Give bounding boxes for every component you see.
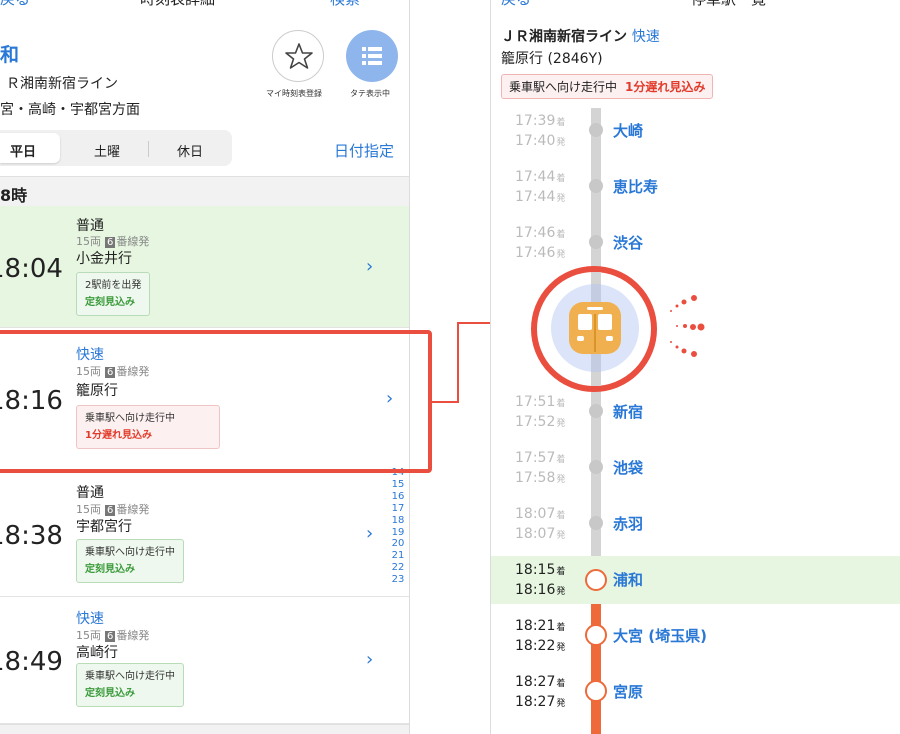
back-link[interactable]: 戻る — [501, 0, 531, 9]
my-timetable-label: マイ時刻表登録 — [266, 89, 322, 98]
hour-index-item[interactable]: 21 — [386, 550, 409, 562]
hour-index-item[interactable]: 17 — [386, 503, 409, 515]
stop-row[interactable]: 17:44着 17:44発 恵比寿 — [491, 164, 900, 220]
stop-dot — [589, 179, 603, 193]
hour-index[interactable]: 14 15 16 17 18 19 20 21 22 23 — [386, 467, 409, 586]
stop-row[interactable]: 18:07着 18:07発 赤羽 — [491, 500, 900, 556]
chevron-right-icon: › — [366, 649, 374, 670]
train-type: 快速 — [76, 611, 104, 627]
search-link[interactable]: 検索 — [330, 0, 360, 9]
hour-index-item[interactable]: 18 — [386, 515, 409, 527]
stop-row[interactable]: 17:39着 17:40発 大崎 — [491, 108, 900, 164]
train-info: 籠原行 (2846Y) — [501, 51, 603, 67]
stop-dot — [589, 235, 603, 249]
destination: 宇都宮行 — [76, 519, 132, 535]
departure-time: 18:49 — [0, 647, 63, 677]
stop-row[interactable]: 17:51着 17:52発 新宿 — [491, 388, 900, 444]
stop-row[interactable]: 17:46着 17:46発 渋谷 — [491, 220, 900, 276]
selected-row-highlight — [0, 330, 432, 473]
stop-dot — [585, 569, 607, 591]
stop-dot — [589, 404, 603, 418]
stop-dot — [589, 516, 603, 530]
my-timetable-button[interactable] — [272, 30, 324, 82]
star-icon — [285, 43, 313, 69]
stop-dot — [585, 624, 607, 646]
car-count: 15両 6 番線発 — [76, 503, 150, 516]
back-link[interactable]: 戻る — [0, 0, 30, 9]
hour-index-item[interactable]: 23 — [386, 574, 409, 586]
train-type: 普通 — [76, 485, 104, 501]
nav-title: 時刻表詳細 — [140, 0, 215, 9]
stop-row[interactable]: 18:27着 18:27発 宮原 — [491, 668, 900, 724]
departure-row[interactable]: 18:49 快速 15両6番線発 高崎行 乗車駅へ向け走行中 定刻見込み › — [0, 597, 409, 724]
stop-dot — [585, 680, 607, 702]
vertical-view-label: タテ表示中 — [350, 89, 390, 98]
stop-list-panel: 戻る 停車駅一覧 ＪＲ湘南新宿ライン 快速 籠原行 (2846Y) 乗車駅へ向け… — [490, 0, 900, 734]
train-icon — [569, 302, 621, 354]
hour-index-item[interactable]: 15 — [386, 479, 409, 491]
departure-time: 18:04 — [0, 254, 63, 284]
hour-index-item[interactable]: 20 — [386, 538, 409, 550]
hour-index-item[interactable]: 22 — [386, 562, 409, 574]
tab-divider — [148, 141, 149, 157]
stop-row[interactable]: 17:57着 17:58発 池袋 — [491, 444, 900, 500]
next-hour-header — [0, 724, 409, 734]
station-name: 和 — [0, 44, 20, 66]
vertical-view-button[interactable] — [346, 30, 398, 82]
departure-time: 18:38 — [0, 521, 63, 551]
chevron-right-icon: › — [366, 256, 374, 277]
stop-row[interactable]: 18:21着 18:22発 大宮 (埼玉県) — [491, 612, 900, 668]
departure-row[interactable]: 18:04 普通 15両6番線発 小金井行 2駅前を出発 定刻見込み › — [0, 206, 409, 328]
direction-name: 宮・高崎・宇都宮方面 — [0, 102, 140, 118]
nav-title: 停車駅一覧 — [691, 0, 766, 9]
tab-weekday[interactable]: 平日 — [10, 141, 36, 160]
date-select-link[interactable]: 日付指定 — [334, 140, 394, 161]
destination: 小金井行 — [76, 251, 132, 267]
chevron-right-icon: › — [366, 523, 374, 544]
line-name: ＪＲ湘南新宿ライン 快速 — [501, 29, 660, 45]
status-badge: 2駅前を出発 定刻見込み — [76, 272, 151, 316]
status-badge: 乗車駅へ向け走行中 定刻見込み — [76, 663, 184, 707]
car-count: 15両 6 番線発 — [76, 235, 150, 248]
stop-row-boarding[interactable]: 18:15着 18:16発 浦和 — [491, 556, 900, 604]
status-badge: 乗車駅へ向け走行中 1分遅れ見込み — [501, 74, 714, 99]
status-badge: 乗車駅へ向け走行中 定刻見込み — [76, 539, 184, 583]
departure-row[interactable]: 18:38 普通 15両6番線発 宇都宮行 乗車駅へ向け走行中 定刻見込み › — [0, 471, 409, 597]
hour-header: 8時 — [0, 176, 409, 206]
stop-dot — [589, 460, 603, 474]
train-type: 普通 — [76, 218, 104, 234]
list-icon — [362, 47, 382, 65]
line-name: Ｒ湘南新宿ライン — [6, 76, 118, 92]
destination: 高崎行 — [76, 645, 118, 661]
car-count: 15両 6 番線発 — [76, 629, 150, 642]
hour-index-item[interactable]: 16 — [386, 491, 409, 503]
hour-index-item[interactable]: 19 — [386, 527, 409, 539]
stop-dot — [589, 123, 603, 137]
tab-holiday[interactable]: 休日 — [177, 141, 203, 160]
signal-waves-icon — [670, 295, 705, 357]
tab-saturday[interactable]: 土曜 — [94, 141, 120, 160]
